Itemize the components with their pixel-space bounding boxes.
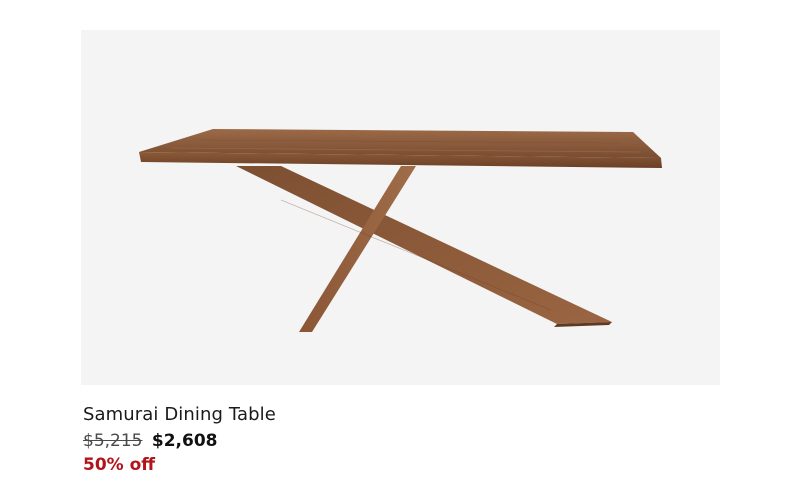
product-name-link[interactable]: Samurai Dining Table [83, 403, 583, 427]
discount-badge: 50% off [83, 455, 156, 475]
original-price: $5,215 [83, 431, 143, 451]
product-info: Samurai Dining Table $5,215 $2,608 50% o… [83, 403, 583, 477]
product-card[interactable]: Samurai Dining Table $5,215 $2,608 50% o… [0, 0, 800, 499]
sale-price: $2,608 [151, 431, 218, 451]
price-row: $5,215 $2,608 [83, 429, 583, 453]
dining-table-illustration [139, 129, 662, 332]
product-image[interactable] [81, 30, 720, 385]
table-leg-long [236, 166, 612, 324]
